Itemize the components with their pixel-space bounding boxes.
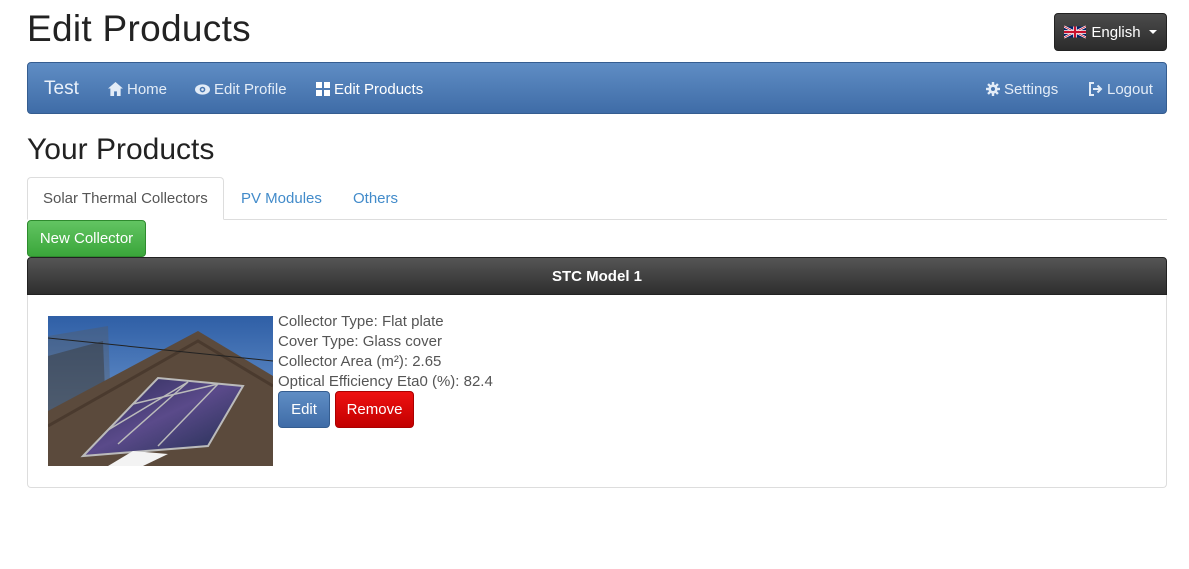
tab-pv-modules[interactable]: PV Modules [226, 177, 337, 219]
product-panel-header: STC Model 1 [27, 257, 1167, 295]
nav-item-edit-profile[interactable]: Edit Profile [195, 63, 287, 115]
nav-item-logout[interactable]: Logout [1088, 63, 1153, 115]
optical-efficiency: Optical Efficiency Eta0 (%): 82.4 [278, 373, 493, 390]
navbar-brand[interactable]: Test [44, 78, 79, 100]
caret-down-icon [1148, 30, 1157, 34]
edit-button[interactable]: Edit [278, 391, 330, 428]
nav-item-settings[interactable]: Settings [986, 63, 1058, 115]
product-details: Collector Type: Flat plate Cover Type: G… [278, 312, 493, 392]
grid-icon [316, 82, 330, 96]
nav-item-home[interactable]: Home [108, 63, 167, 115]
nav-item-label: Settings [1004, 80, 1059, 98]
new-collector-button[interactable]: New Collector [27, 220, 146, 257]
home-icon [108, 82, 123, 96]
logout-icon [1089, 82, 1103, 96]
uk-flag-icon [1064, 25, 1087, 39]
eye-icon [195, 83, 210, 95]
nav-item-label: Home [127, 80, 168, 98]
nav-item-label: Edit Profile [214, 80, 287, 98]
language-label: English [1091, 23, 1141, 41]
nav-item-edit-products[interactable]: Edit Products [316, 63, 423, 115]
remove-button[interactable]: Remove [335, 391, 414, 428]
tab-solar-thermal-collectors[interactable]: Solar Thermal Collectors [27, 177, 224, 220]
nav-item-label: Edit Products [334, 80, 424, 98]
product-panel-body: Collector Type: Flat plate Cover Type: G… [27, 295, 1167, 488]
page-title: Edit Products [27, 8, 251, 49]
tab-others[interactable]: Others [338, 177, 413, 219]
nav-item-label: Logout [1107, 80, 1153, 98]
gear-icon [986, 82, 1000, 96]
collector-type: Collector Type: Flat plate [278, 313, 444, 330]
product-tabs: Solar Thermal Collectors PV Modules Othe… [27, 177, 1167, 220]
cover-type: Cover Type: Glass cover [278, 333, 442, 350]
main-navbar: Test Home Edit Profile Edit Products Set… [27, 62, 1167, 114]
product-actions: Edit Remove [278, 391, 414, 428]
product-photo [48, 316, 273, 466]
section-title: Your Products [27, 133, 215, 166]
collector-area: Collector Area (m²): 2.65 [278, 353, 442, 370]
language-dropdown-button[interactable]: English [1054, 13, 1167, 51]
